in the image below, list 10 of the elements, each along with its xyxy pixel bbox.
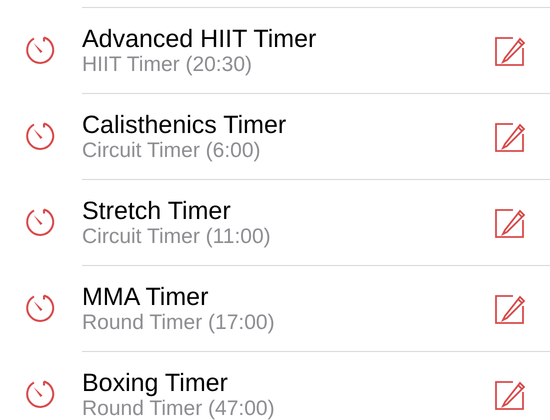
timer-subtitle: Circuit Timer (6:00)	[82, 138, 262, 162]
timer-title: Calisthenics Timer	[82, 110, 288, 138]
timer-title: MMA Timer	[82, 282, 210, 310]
timer-title: Advanced HIIT Timer	[82, 24, 318, 52]
timer-title: Stretch Timer	[82, 196, 232, 224]
timer-subtitle: Round Timer (17:00)	[82, 310, 276, 334]
timer-subtitle: Round Timer (47:00)	[82, 396, 276, 420]
timer-subtitle: HIIT Timer (20:30)	[82, 52, 253, 76]
timer-title: Boxing Timer	[82, 368, 229, 396]
timer-subtitle: Circuit Timer (11:00)	[82, 224, 272, 248]
